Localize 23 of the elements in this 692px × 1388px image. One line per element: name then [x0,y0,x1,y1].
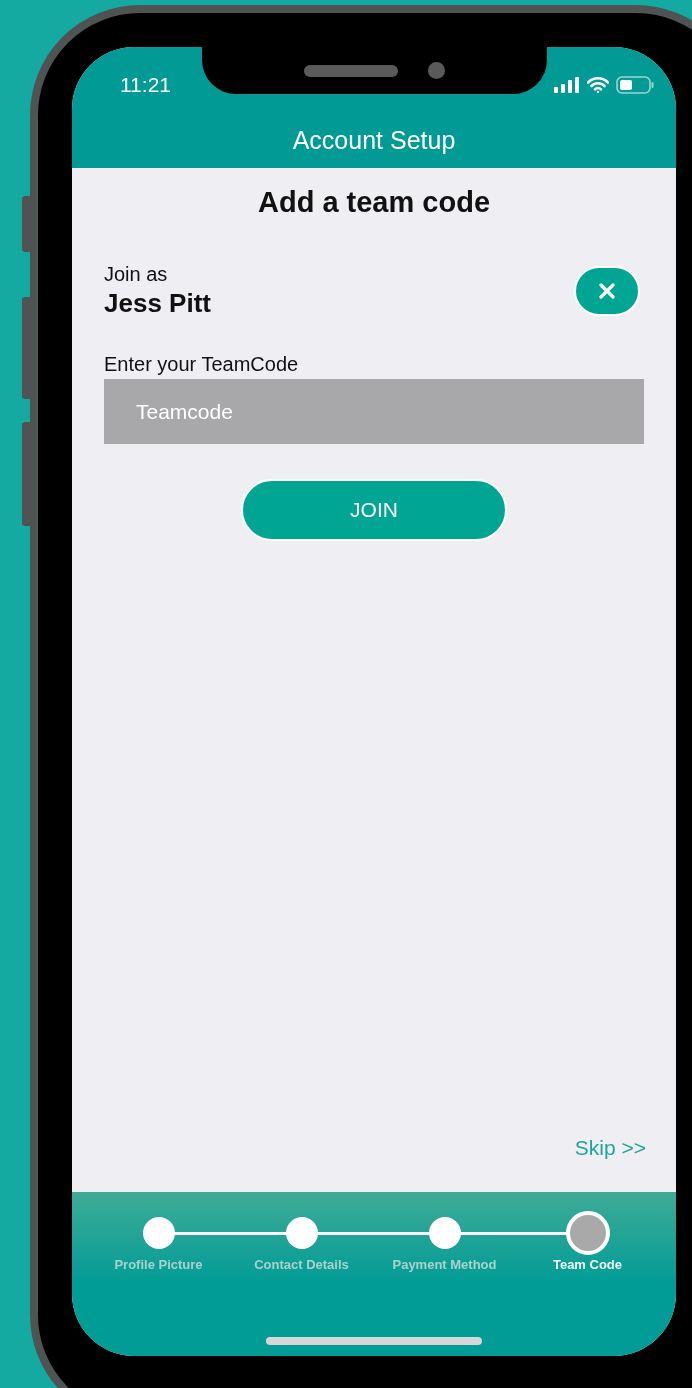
wifi-icon [587,76,609,93]
status-time: 11:21 [120,72,171,97]
close-icon [599,283,615,299]
page-heading: Add a team code [257,186,491,219]
close-button[interactable] [574,266,640,316]
join-button[interactable]: JOIN [241,479,507,541]
step-label: Contact Details [254,1257,349,1272]
skip-link[interactable]: Skip >> [574,1136,646,1160]
user-name: Jess Pitt [104,288,211,319]
step-dot[interactable] [428,1217,461,1249]
screen-title: Account Setup [292,126,456,155]
step-dot[interactable] [285,1217,318,1249]
camera-dot [428,62,445,79]
team-code-field[interactable]: Teamcode [104,379,644,444]
battery-icon [616,75,654,94]
field-label: Enter your TeamCode [104,353,299,376]
step-label: Profile Picture [114,1257,203,1272]
step-label: Payment Method [392,1257,497,1272]
step-dot[interactable] [565,1211,610,1255]
step-dot[interactable] [142,1217,175,1249]
signal-icon [554,76,580,93]
step-label: Team Code [552,1257,623,1272]
join-as-label: Join as [104,263,168,286]
